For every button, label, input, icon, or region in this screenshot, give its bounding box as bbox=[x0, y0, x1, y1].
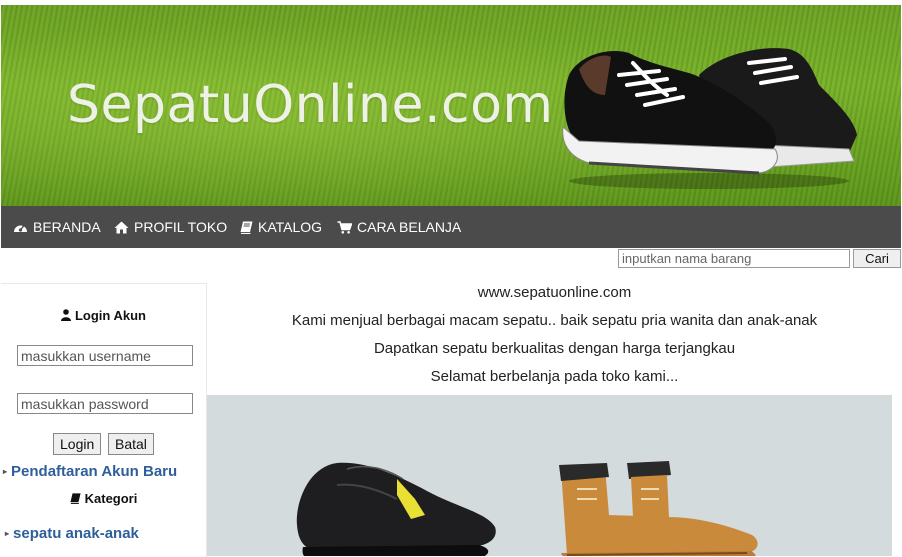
category-item[interactable]: ▸ sepatu anak-anak bbox=[5, 525, 139, 542]
user-icon bbox=[60, 309, 71, 321]
login-title: Login Akun bbox=[74, 308, 146, 323]
nav-item-profil-toko[interactable]: PROFIL TOKO bbox=[114, 206, 227, 248]
category-heading: Kategori bbox=[1, 491, 206, 506]
nav-item-cara-belanja[interactable]: CARA BELANJA bbox=[337, 206, 461, 248]
intro-text: Kami menjual berbagai macam sepatu.. bai… bbox=[291, 312, 818, 329]
book-icon bbox=[70, 493, 81, 505]
search-input[interactable] bbox=[618, 249, 850, 268]
login-button[interactable]: Login bbox=[53, 433, 102, 455]
nav-item-katalog[interactable]: KATALOG bbox=[240, 206, 322, 248]
main-navbar: BERANDA PROFIL TOKO KATALOG CARA BELANJA bbox=[1, 206, 901, 248]
product-showcase bbox=[207, 395, 892, 556]
cancel-button[interactable]: Batal bbox=[108, 433, 154, 455]
sneaker-image bbox=[562, 48, 857, 189]
leather-shoe-image bbox=[296, 462, 496, 556]
site-title: SepatuOnline.com bbox=[67, 75, 554, 135]
bullet-icon: ▸ bbox=[5, 529, 10, 538]
nav-item-label: CARA BELANJA bbox=[357, 219, 462, 235]
sidebar: Login Akun Login Batal ▸Pendaftaran Akun… bbox=[1, 283, 207, 557]
nav-item-label: KATALOG bbox=[258, 219, 323, 235]
password-field[interactable] bbox=[17, 393, 193, 414]
site-url-text: www.sepatuonline.com bbox=[477, 284, 632, 301]
search-bar: Cari bbox=[0, 248, 902, 282]
category-item-label: sepatu anak-anak bbox=[13, 525, 139, 542]
bullet-icon: ▸ bbox=[3, 467, 8, 476]
nav-item-label: BERANDA bbox=[33, 219, 101, 235]
welcome-text: Selamat berbelanja pada toko kami... bbox=[430, 368, 679, 385]
boot-image bbox=[559, 461, 758, 556]
book-icon bbox=[240, 221, 253, 234]
search-button[interactable]: Cari bbox=[853, 249, 901, 268]
main-content: www.sepatuonline.com Kami menjual berbag… bbox=[207, 283, 902, 556]
category-title: Kategori bbox=[84, 491, 138, 506]
header-banner: SepatuOnline.com bbox=[1, 5, 901, 206]
nav-item-label: PROFIL TOKO bbox=[134, 219, 228, 235]
nav-item-beranda[interactable]: BERANDA bbox=[13, 206, 101, 248]
dashboard-icon bbox=[14, 224, 27, 232]
quality-text: Dapatkan sepatu berkualitas dengan harga… bbox=[373, 340, 736, 357]
home-icon bbox=[114, 221, 129, 233]
register-link[interactable]: ▸ Pendaftaran Akun Baru bbox=[3, 463, 177, 480]
login-heading: Login Akun bbox=[1, 308, 206, 323]
cart-icon bbox=[337, 220, 352, 234]
username-field[interactable] bbox=[17, 345, 193, 366]
register-link-label: Pendaftaran Akun Baru bbox=[11, 463, 178, 480]
